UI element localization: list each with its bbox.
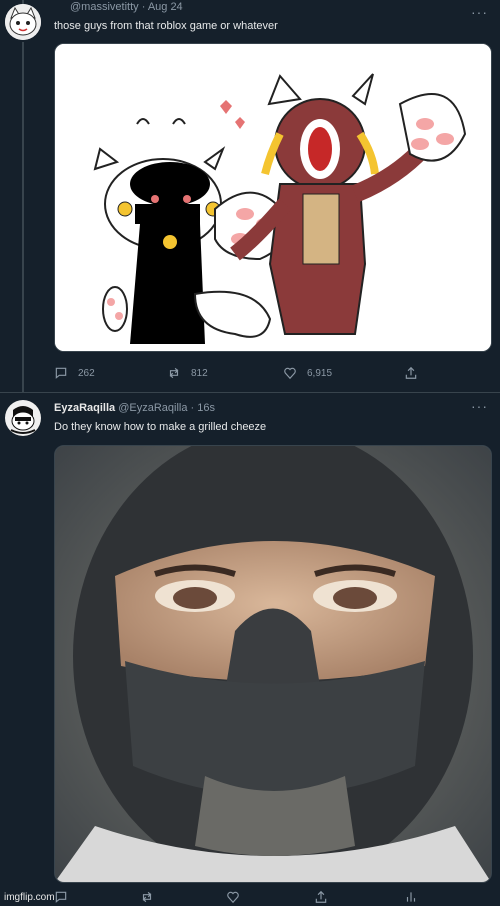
retweet-action[interactable]: 812 — [167, 364, 208, 382]
retweet-arrows-icon — [142, 891, 152, 903]
tweet-1-handle[interactable]: @massivetitty — [70, 1, 139, 13]
like-action[interactable] — [226, 888, 240, 906]
heart-icon — [227, 891, 239, 904]
heart-icon — [284, 367, 296, 380]
masked-face-photo — [55, 446, 491, 882]
reply-bubble-icon — [55, 891, 67, 903]
tweet-1-date[interactable]: Aug 24 — [148, 1, 183, 13]
reply-action[interactable] — [54, 888, 68, 906]
avatar-massivetitty[interactable] — [5, 4, 41, 40]
tweet-2-header: EyzaRaqilla @EyzaRaqilla · 16s — [54, 402, 215, 414]
tweet-2-text: Do they know how to make a grilled cheez… — [54, 421, 267, 433]
thread-line — [22, 42, 24, 392]
tweet-2-display-name[interactable]: EyzaRaqilla — [54, 402, 115, 414]
like-action[interactable]: 6,915 — [283, 364, 332, 382]
reply-count: 262 — [78, 367, 95, 379]
tweet-1-image[interactable] — [54, 43, 492, 352]
tweet-1-actions: 262 812 6,915 — [54, 364, 434, 382]
tweet-1-more-button[interactable]: ··· — [471, 4, 488, 20]
tweet-1-text: those guys from that roblox game or what… — [54, 20, 278, 32]
more-dots-icon[interactable]: ··· — [471, 398, 488, 414]
tweet-2[interactable]: EyzaRaqilla @EyzaRaqilla · 16s ··· Do th… — [0, 392, 500, 906]
tweet-2-actions — [54, 888, 434, 906]
tweet-2-image[interactable] — [54, 445, 492, 883]
share-action[interactable] — [404, 364, 418, 382]
share-upload-icon — [315, 890, 327, 903]
avatar-eyzaraqilla[interactable] — [5, 400, 41, 436]
retweet-count: 812 — [191, 367, 208, 379]
imgflip-watermark: imgflip.com — [4, 892, 55, 903]
analytics-action[interactable] — [404, 888, 418, 906]
retweet-action[interactable] — [140, 888, 154, 906]
drawing-illustration — [55, 44, 491, 351]
character-avatar-icon — [5, 400, 41, 436]
like-count: 6,915 — [307, 367, 333, 379]
reply-action[interactable]: 262 — [54, 364, 95, 382]
tweet-2-handle[interactable]: @EyzaRaqilla — [118, 402, 187, 414]
cat-avatar-icon — [5, 4, 41, 40]
share-upload-icon — [405, 366, 417, 379]
tweet-1[interactable]: @massivetitty · Aug 24 those guys from t… — [0, 0, 500, 392]
analytics-bars-icon — [406, 892, 416, 902]
share-action[interactable] — [314, 888, 328, 906]
separator-dot: · — [190, 402, 195, 414]
tweet-2-time[interactable]: 16s — [197, 402, 215, 414]
reply-bubble-icon — [55, 367, 67, 379]
separator-dot: · — [141, 1, 146, 13]
tweet-1-header: @massivetitty · Aug 24 — [54, 1, 183, 13]
retweet-arrows-icon — [169, 367, 179, 379]
